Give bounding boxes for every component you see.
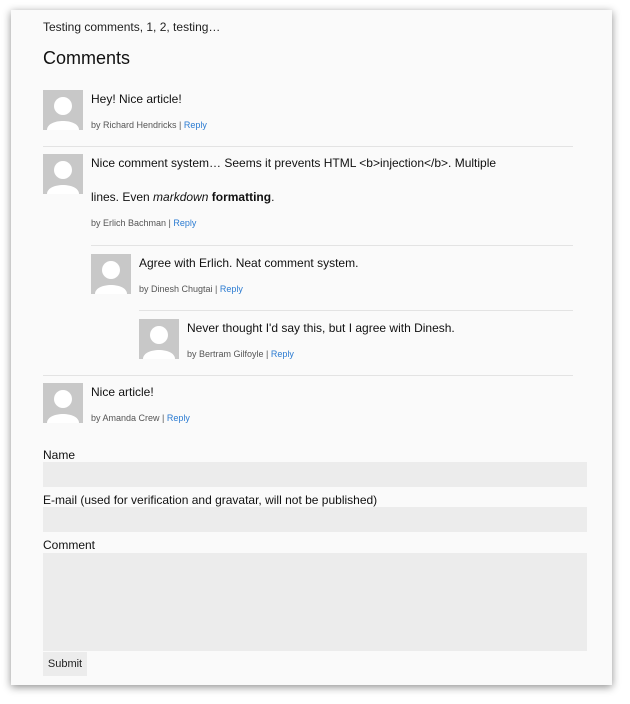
comment-body: Never thought I'd say this, but I agree … (187, 319, 573, 359)
meta-separator: | (159, 413, 167, 423)
meta-separator: | (263, 349, 271, 359)
comment-text: Nice article! (91, 385, 154, 399)
comment-body: Nice article! by Amanda Crew | Reply (91, 383, 573, 423)
avatar-icon (43, 383, 83, 423)
reply-link[interactable]: Reply (184, 120, 207, 130)
reply-link[interactable]: Reply (220, 284, 243, 294)
comment-author: by Bertram Gilfoyle (187, 349, 264, 359)
email-input[interactable] (43, 507, 587, 532)
comment-text: Never thought I'd say this, but I agree … (187, 321, 455, 335)
comment-body: Hey! Nice article! by Richard Hendricks … (91, 90, 573, 130)
name-input[interactable] (43, 462, 587, 487)
avatar-icon (139, 319, 179, 359)
comment-meta: by Richard Hendricks | Reply (91, 120, 573, 130)
comment-author: by Dinesh Chugtai (139, 284, 213, 294)
comment-text: Hey! Nice article! (91, 92, 182, 106)
meta-separator: | (212, 284, 220, 294)
reply-link[interactable]: Reply (173, 218, 196, 228)
comments-heading: Comments (43, 48, 131, 68)
page-card: Testing comments, 1, 2, testing… Comment… (11, 10, 612, 685)
text-strong: formatting (211, 190, 272, 204)
reply-link[interactable]: Reply (167, 413, 190, 423)
text-emphasis: markdown (153, 190, 209, 204)
comment-meta: by Dinesh Chugtai | Reply (139, 284, 573, 294)
comment-label: Comment (43, 538, 96, 552)
submit-button[interactable]: Submit (43, 652, 87, 676)
comment-author: by Erlich Bachman (91, 218, 167, 228)
text-prefix: lines. Even (91, 190, 154, 204)
avatar-icon (91, 254, 131, 294)
comment-author: by Richard Hendricks (91, 120, 177, 130)
article-text: Testing comments, 1, 2, testing… (43, 20, 221, 34)
comment-author: by Amanda Crew (91, 413, 160, 423)
comment-text: Agree with Erlich. Neat comment system. (139, 256, 359, 270)
comment-body: Nice comment system… Seems it prevents H… (91, 154, 573, 228)
reply-link[interactable]: Reply (271, 349, 294, 359)
avatar-icon (43, 154, 83, 194)
comment-body: Agree with Erlich. Neat comment system. … (139, 254, 573, 294)
name-label: Name (43, 448, 76, 462)
comment-textarea[interactable] (43, 553, 587, 651)
text-suffix: . (271, 190, 275, 204)
comment-meta: by Erlich Bachman | Reply (91, 218, 573, 228)
comment-meta: by Amanda Crew | Reply (91, 413, 573, 423)
comment-text: Nice comment system… Seems it prevents H… (91, 156, 497, 170)
email-label: E-mail (used for verification and gravat… (43, 493, 378, 507)
comment-text-line2: lines. Even markdown formatting. (91, 180, 573, 214)
avatar-icon (43, 90, 83, 130)
meta-separator: | (176, 120, 184, 130)
comment-meta: by Bertram Gilfoyle | Reply (187, 349, 573, 359)
